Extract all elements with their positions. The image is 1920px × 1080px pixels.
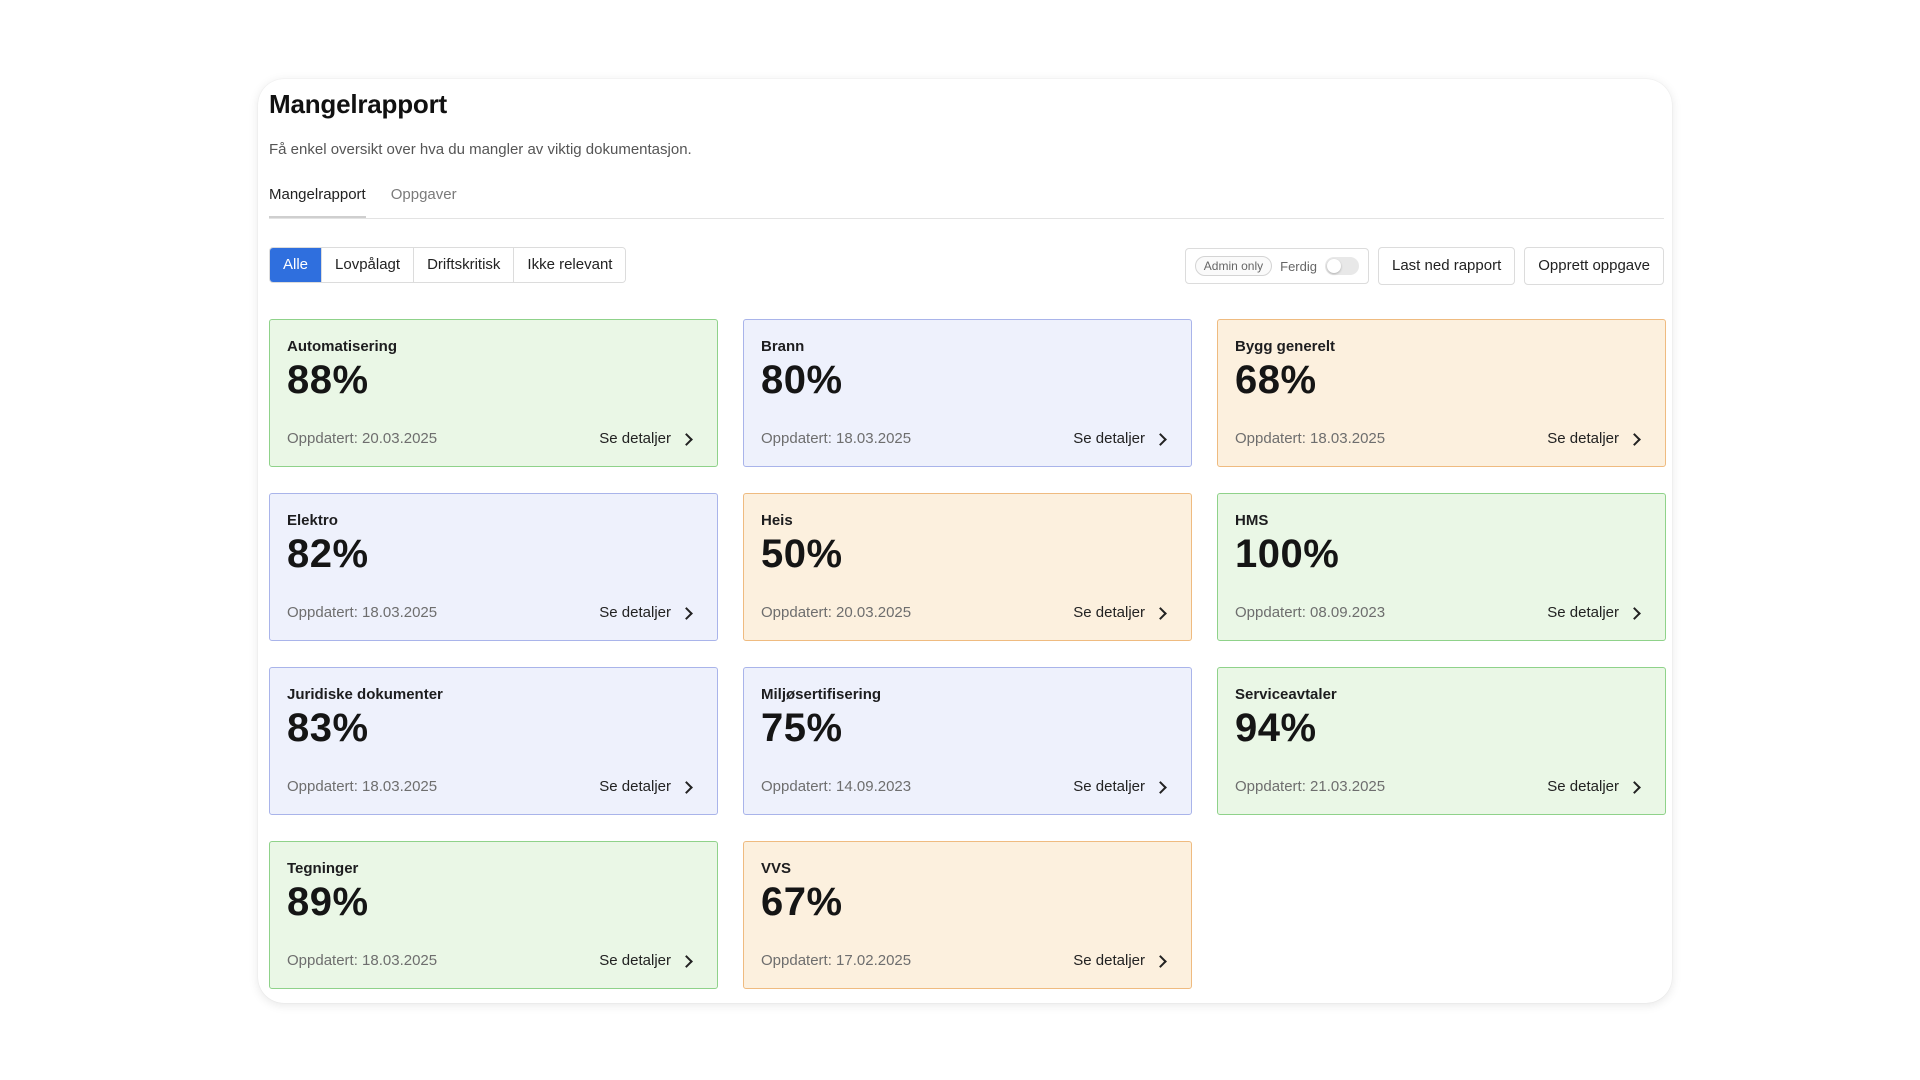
category-card-bygg-generelt[interactable]: Bygg generelt 68% Oppdatert: 18.03.2025 … xyxy=(1217,319,1666,467)
chevron-right-icon xyxy=(1154,780,1167,794)
see-details-link[interactable]: Se detaljer xyxy=(1073,604,1167,621)
category-card-automatisering[interactable]: Automatisering 88% Oppdatert: 20.03.2025… xyxy=(269,319,718,467)
category-card-heis[interactable]: Heis 50% Oppdatert: 20.03.2025 Se detalj… xyxy=(743,493,1192,641)
category-card-juridiske-dokumenter[interactable]: Juridiske dokumenter 83% Oppdatert: 18.0… xyxy=(269,667,718,815)
card-percent: 100% xyxy=(1235,532,1340,576)
card-title: Juridiske dokumenter xyxy=(287,686,443,703)
see-details-link[interactable]: Se detaljer xyxy=(1073,430,1167,447)
filter-group: Alle Lovpålagt Driftskritisk Ikke releva… xyxy=(269,247,627,283)
card-updated: Oppdatert: 18.03.2025 xyxy=(761,430,912,447)
card-percent: 82% xyxy=(287,532,369,576)
see-details-label: Se detaljer xyxy=(1547,430,1619,447)
report-window: Mangelrapport Få enkel oversikt over hva… xyxy=(258,79,1672,1003)
card-percent: 89% xyxy=(287,880,369,924)
see-details-link[interactable]: Se detaljer xyxy=(1073,952,1167,969)
card-updated: Oppdatert: 14.09.2023 xyxy=(761,778,912,795)
card-percent: 68% xyxy=(1235,358,1317,402)
card-percent: 50% xyxy=(761,532,843,576)
ferdig-label: Ferdig xyxy=(1280,258,1317,274)
see-details-link[interactable]: Se detaljer xyxy=(1547,778,1641,795)
card-updated: Oppdatert: 21.03.2025 xyxy=(1235,778,1386,795)
card-updated: Oppdatert: 08.09.2023 xyxy=(1235,604,1386,621)
right-controls: Admin only Ferdig Last ned rapport Oppre… xyxy=(1184,247,1664,285)
card-title: Tegninger xyxy=(287,860,359,877)
create-task-button[interactable]: Opprett oppgave xyxy=(1524,247,1664,285)
card-percent: 88% xyxy=(287,358,369,402)
category-card-brann[interactable]: Brann 80% Oppdatert: 18.03.2025 Se detal… xyxy=(743,319,1192,467)
chevron-right-icon xyxy=(680,780,693,794)
chevron-right-icon xyxy=(1628,606,1641,620)
chevron-right-icon xyxy=(1628,780,1641,794)
see-details-label: Se detaljer xyxy=(1547,604,1619,621)
see-details-link[interactable]: Se detaljer xyxy=(1547,430,1641,447)
ferdig-toggle[interactable] xyxy=(1325,257,1359,275)
see-details-link[interactable]: Se detaljer xyxy=(599,778,693,795)
card-percent: 94% xyxy=(1235,706,1317,750)
see-details-link[interactable]: Se detaljer xyxy=(599,430,693,447)
card-updated: Oppdatert: 17.02.2025 xyxy=(761,952,912,969)
card-percent: 67% xyxy=(761,880,843,924)
chevron-right-icon xyxy=(680,954,693,968)
card-percent: 83% xyxy=(287,706,369,750)
filter-alle-button[interactable]: Alle xyxy=(270,248,323,282)
see-details-label: Se detaljer xyxy=(1073,430,1145,447)
see-details-label: Se detaljer xyxy=(599,430,671,447)
see-details-link[interactable]: Se detaljer xyxy=(1073,778,1167,795)
card-title: Automatisering xyxy=(287,338,398,355)
admin-only-badge: Admin only xyxy=(1194,256,1273,276)
see-details-link[interactable]: Se detaljer xyxy=(1547,604,1641,621)
card-title: Bygg generelt xyxy=(1235,338,1336,355)
card-updated: Oppdatert: 20.03.2025 xyxy=(287,430,438,447)
card-percent: 80% xyxy=(761,358,843,402)
card-title: Elektro xyxy=(287,512,338,529)
chevron-right-icon xyxy=(680,432,693,446)
see-details-label: Se detaljer xyxy=(599,952,671,969)
filter-lovpalagt-button[interactable]: Lovpålagt xyxy=(322,248,415,282)
filter-ikke-relevant-button[interactable]: Ikke relevant xyxy=(514,248,626,282)
see-details-label: Se detaljer xyxy=(1547,778,1619,795)
category-card-vvs[interactable]: VVS 67% Oppdatert: 17.02.2025 Se detalje… xyxy=(743,841,1192,989)
category-card-elektro[interactable]: Elektro 82% Oppdatert: 18.03.2025 Se det… xyxy=(269,493,718,641)
card-title: VVS xyxy=(761,860,792,877)
see-details-label: Se detaljer xyxy=(1073,778,1145,795)
chevron-right-icon xyxy=(1154,954,1167,968)
see-details-link[interactable]: Se detaljer xyxy=(599,604,693,621)
card-title: Heis xyxy=(761,512,793,529)
card-updated: Oppdatert: 18.03.2025 xyxy=(1235,430,1386,447)
toggle-knob xyxy=(1327,259,1341,273)
category-card-miljøsertifisering[interactable]: Miljøsertifisering 75% Oppdatert: 14.09.… xyxy=(743,667,1192,815)
card-title: Serviceavtaler xyxy=(1235,686,1337,703)
see-details-label: Se detaljer xyxy=(599,604,671,621)
chevron-right-icon xyxy=(1628,432,1641,446)
tab-mangelrapport[interactable]: Mangelrapport xyxy=(269,180,366,218)
chevron-right-icon xyxy=(1154,432,1167,446)
card-title: Brann xyxy=(761,338,805,355)
card-updated: Oppdatert: 18.03.2025 xyxy=(287,952,438,969)
download-report-button[interactable]: Last ned rapport xyxy=(1378,247,1516,285)
chevron-right-icon xyxy=(680,606,693,620)
category-grid: Automatisering 88% Oppdatert: 20.03.2025… xyxy=(269,319,1667,989)
card-percent: 75% xyxy=(761,706,843,750)
page-subtitle: Få enkel oversikt over hva du mangler av… xyxy=(269,141,692,158)
chevron-right-icon xyxy=(1154,606,1167,620)
card-title: HMS xyxy=(1235,512,1269,529)
tab-oppgaver[interactable]: Oppgaver xyxy=(391,180,457,211)
card-updated: Oppdatert: 18.03.2025 xyxy=(287,604,438,621)
card-title: Miljøsertifisering xyxy=(761,686,882,703)
see-details-label: Se detaljer xyxy=(1073,604,1145,621)
see-details-label: Se detaljer xyxy=(1073,952,1145,969)
admin-ferdig-box: Admin only Ferdig xyxy=(1184,248,1369,284)
page-title: Mangelrapport xyxy=(269,89,447,119)
see-details-label: Se detaljer xyxy=(599,778,671,795)
card-updated: Oppdatert: 18.03.2025 xyxy=(287,778,438,795)
category-card-tegninger[interactable]: Tegninger 89% Oppdatert: 18.03.2025 Se d… xyxy=(269,841,718,989)
card-updated: Oppdatert: 20.03.2025 xyxy=(761,604,912,621)
category-card-serviceavtaler[interactable]: Serviceavtaler 94% Oppdatert: 21.03.2025… xyxy=(1217,667,1666,815)
tab-bar: Mangelrapport Oppgaver xyxy=(269,180,1664,219)
category-card-hms[interactable]: HMS 100% Oppdatert: 08.09.2023 Se detalj… xyxy=(1217,493,1666,641)
see-details-link[interactable]: Se detaljer xyxy=(599,952,693,969)
filter-driftskritisk-button[interactable]: Driftskritisk xyxy=(414,248,515,282)
